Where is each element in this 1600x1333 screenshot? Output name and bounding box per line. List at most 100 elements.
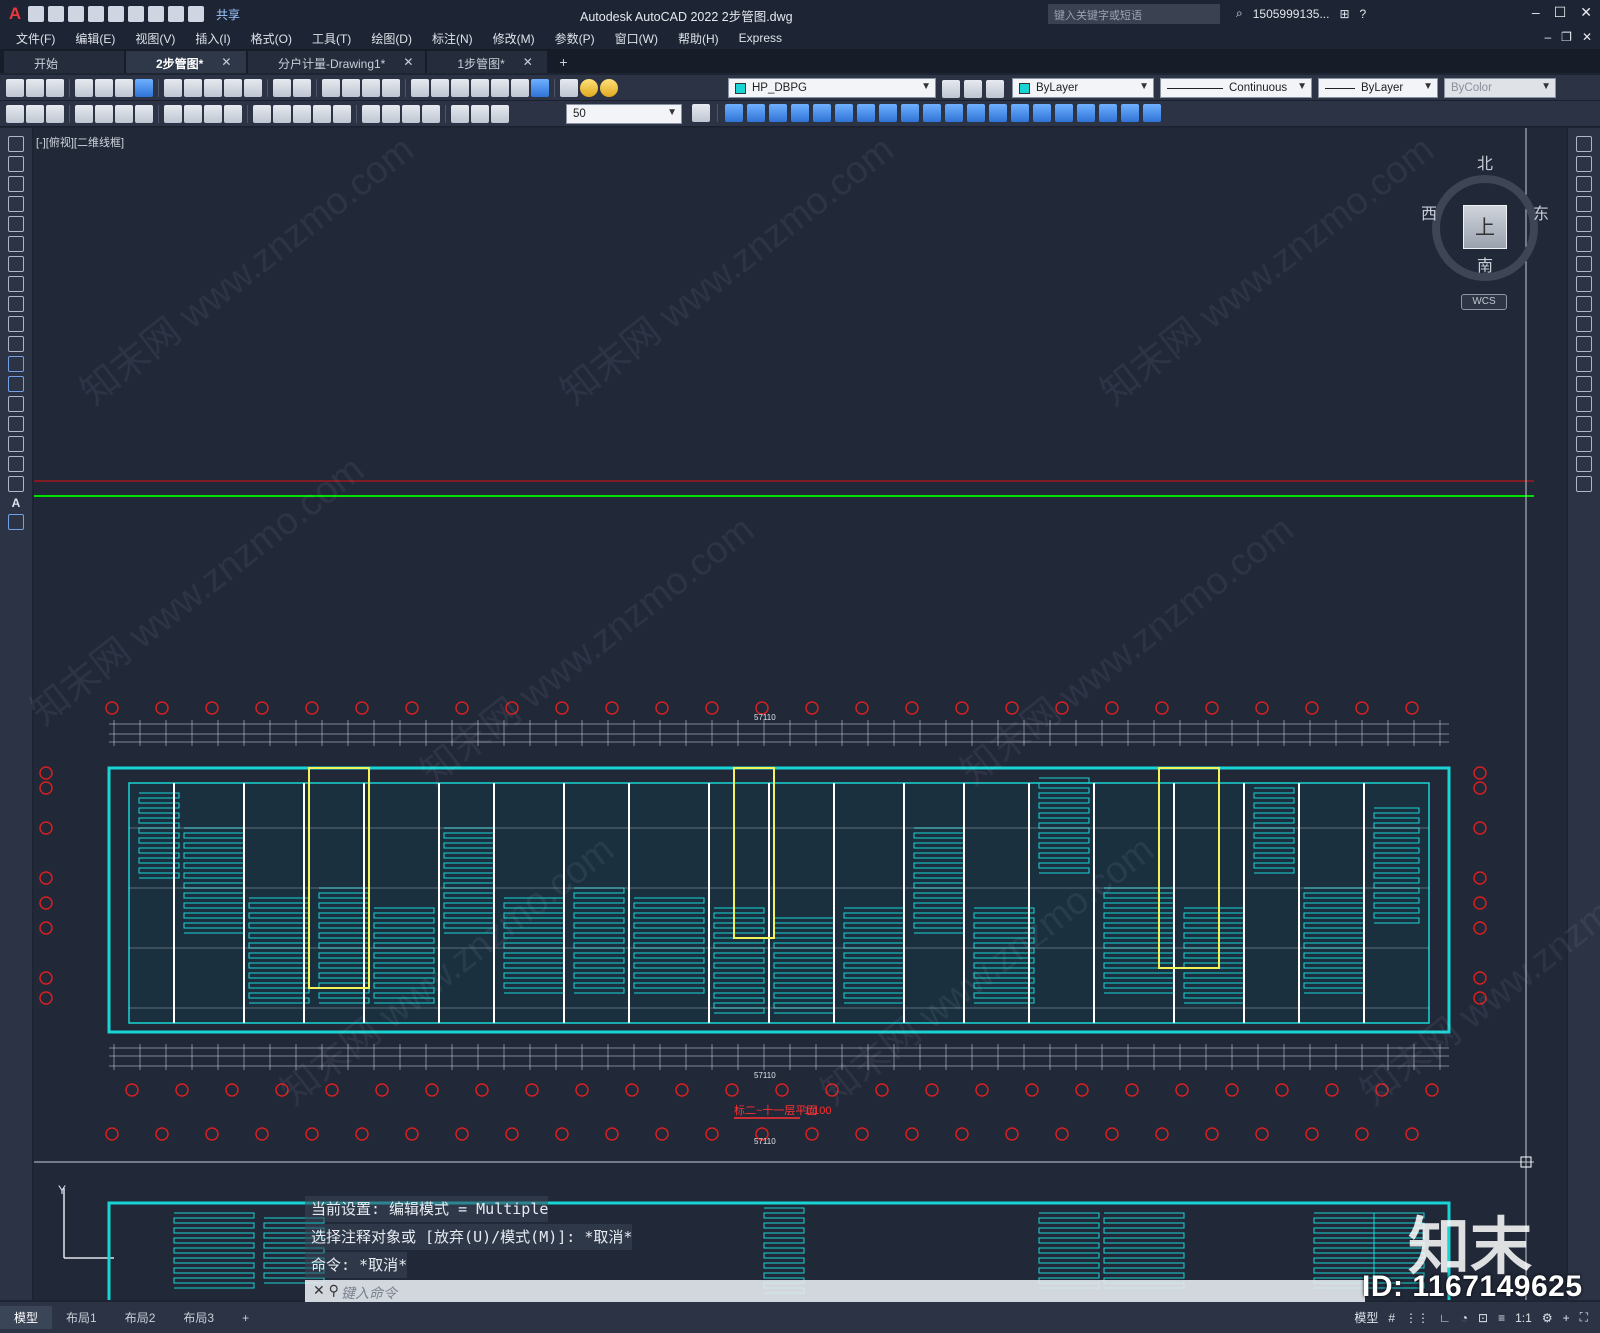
offset-icon[interactable]: [791, 104, 809, 122]
inspection-icon[interactable]: [402, 104, 420, 123]
menu-format[interactable]: 格式(O): [251, 30, 292, 47]
angular-icon[interactable]: [224, 104, 242, 123]
close-tab-icon[interactable]: ✕: [523, 55, 533, 73]
circle-icon[interactable]: [8, 256, 24, 272]
array-icon[interactable]: [1576, 216, 1592, 232]
web-save-icon[interactable]: [128, 6, 144, 22]
wcs-menu[interactable]: WCS: [1461, 294, 1507, 310]
search-input[interactable]: 键入关键字或短语: [1048, 4, 1220, 24]
join-icon[interactable]: [989, 104, 1007, 122]
maximize-icon[interactable]: ☐: [1554, 4, 1567, 21]
new-icon[interactable]: [6, 78, 24, 97]
help-icon[interactable]: [531, 78, 549, 97]
doc-minimize-icon[interactable]: –: [1544, 30, 1551, 44]
explode-icon[interactable]: [1576, 476, 1592, 492]
polyline-icon[interactable]: [8, 176, 24, 192]
aligned-dim-icon[interactable]: [95, 104, 113, 123]
minimize-icon[interactable]: –: [1532, 4, 1540, 21]
lineweight-dropdown[interactable]: ByLayer ▼: [1318, 78, 1438, 98]
chamfer-icon[interactable]: [1011, 104, 1029, 122]
plus-icon[interactable]: +: [1563, 1311, 1570, 1325]
snap-icon[interactable]: ⋮⋮: [1405, 1311, 1429, 1325]
ordinate-icon[interactable]: [135, 104, 153, 123]
explode-icon[interactable]: [1055, 104, 1073, 122]
spline-icon[interactable]: [8, 296, 24, 312]
close-icon[interactable]: ✕: [1580, 4, 1592, 21]
linear-dim-icon[interactable]: [75, 104, 93, 123]
redo-icon[interactable]: [293, 78, 311, 97]
pan-icon[interactable]: [322, 78, 340, 97]
design-center-icon[interactable]: [431, 78, 449, 97]
open-icon[interactable]: [26, 78, 44, 97]
move-icon[interactable]: [1576, 236, 1592, 252]
share-button[interactable]: 共享: [216, 6, 240, 23]
break-object-icon[interactable]: [967, 104, 985, 122]
menu-file[interactable]: 文件(F): [16, 30, 55, 47]
menu-parametric[interactable]: 参数(P): [555, 30, 595, 47]
markup-icon[interactable]: [491, 78, 509, 97]
quick-dim-icon[interactable]: [253, 104, 271, 123]
layer-thaw-icon[interactable]: [600, 78, 618, 97]
doc-close-icon[interactable]: ✕: [1582, 30, 1592, 44]
line-icon[interactable]: [8, 136, 24, 152]
dim-scale-dropdown[interactable]: 50 ▼: [566, 104, 682, 124]
make-current-icon[interactable]: [942, 80, 960, 98]
erase-icon[interactable]: [725, 104, 743, 122]
cart-icon[interactable]: ⊞: [1339, 7, 1349, 21]
doc-restore-icon[interactable]: ❐: [1561, 30, 1572, 44]
break-icon[interactable]: [333, 104, 351, 123]
search-icon[interactable]: ⌕: [1236, 6, 1243, 21]
tool-palettes-icon[interactable]: [451, 78, 469, 97]
mirror-icon[interactable]: [1576, 176, 1592, 192]
ortho-icon[interactable]: ∟: [1439, 1311, 1451, 1325]
osnap-icon[interactable]: ⊡: [1478, 1311, 1488, 1325]
copy-icon[interactable]: [184, 78, 202, 97]
layer-dropdown[interactable]: HP_DBPG ▼: [728, 78, 936, 98]
viewport-controls-label[interactable]: [-][俯视][二维线框]: [36, 134, 124, 150]
properties-icon[interactable]: [411, 78, 429, 97]
publish-icon[interactable]: [115, 78, 133, 97]
tab-start[interactable]: 开始: [4, 51, 124, 73]
continue-icon[interactable]: [293, 104, 311, 123]
layer-previous-icon[interactable]: [964, 80, 982, 98]
break-at-point-icon[interactable]: [1576, 356, 1592, 372]
new-tab-icon[interactable]: +: [549, 51, 577, 73]
make-block-icon[interactable]: [1143, 104, 1161, 122]
command-input[interactable]: ✕ ⚲ 键入命令: [305, 1280, 1365, 1304]
menu-window[interactable]: 窗口(W): [615, 30, 658, 47]
user-name[interactable]: 1505999135...: [1253, 7, 1330, 21]
print-icon[interactable]: [75, 78, 93, 97]
multiline-text-icon[interactable]: A: [12, 496, 21, 510]
gradient-icon[interactable]: [8, 436, 24, 452]
lineweight-icon[interactable]: ≡: [1498, 1311, 1505, 1325]
insert-block-icon[interactable]: [1121, 104, 1139, 122]
stretch-icon[interactable]: [901, 104, 919, 122]
linetype-dropdown[interactable]: Continuous ▼: [1160, 78, 1312, 98]
erase-icon[interactable]: [1576, 136, 1592, 152]
table-icon[interactable]: [8, 476, 24, 492]
tab-1-pipe-drawing[interactable]: 1步管图* ✕: [427, 51, 548, 73]
close-command-icon[interactable]: ✕ ⚲: [313, 1282, 339, 1299]
ungroup-icon[interactable]: [1099, 104, 1117, 122]
compass-east[interactable]: 东: [1533, 200, 1549, 224]
menu-help[interactable]: 帮助(H): [678, 30, 719, 47]
menu-modify[interactable]: 修改(M): [493, 30, 535, 47]
tab-metering-drawing[interactable]: 分户计量-Drawing1* ✕: [248, 51, 426, 73]
make-block-icon[interactable]: [8, 376, 24, 392]
layer-properties-icon[interactable]: [560, 78, 578, 97]
group-icon[interactable]: [1077, 104, 1095, 122]
annotation-scale[interactable]: 1:1: [1515, 1311, 1532, 1325]
center-mark-icon[interactable]: [382, 104, 400, 123]
tab-2-pipe-drawing[interactable]: 2步管图* ✕: [126, 51, 246, 73]
close-tab-icon[interactable]: ✕: [403, 55, 413, 73]
jogged-icon[interactable]: [184, 104, 202, 123]
new-file-icon[interactable]: [28, 6, 44, 22]
dim-update-icon[interactable]: [491, 104, 509, 123]
jogged-linear-icon[interactable]: [422, 104, 440, 123]
layout-tab-1[interactable]: 布局1: [52, 1306, 111, 1329]
trim-icon[interactable]: [1576, 316, 1592, 332]
multileader-icon[interactable]: [46, 104, 64, 123]
hatch-icon[interactable]: [8, 416, 24, 432]
zoom-previous-icon[interactable]: [382, 78, 400, 97]
save-icon[interactable]: [46, 78, 64, 97]
